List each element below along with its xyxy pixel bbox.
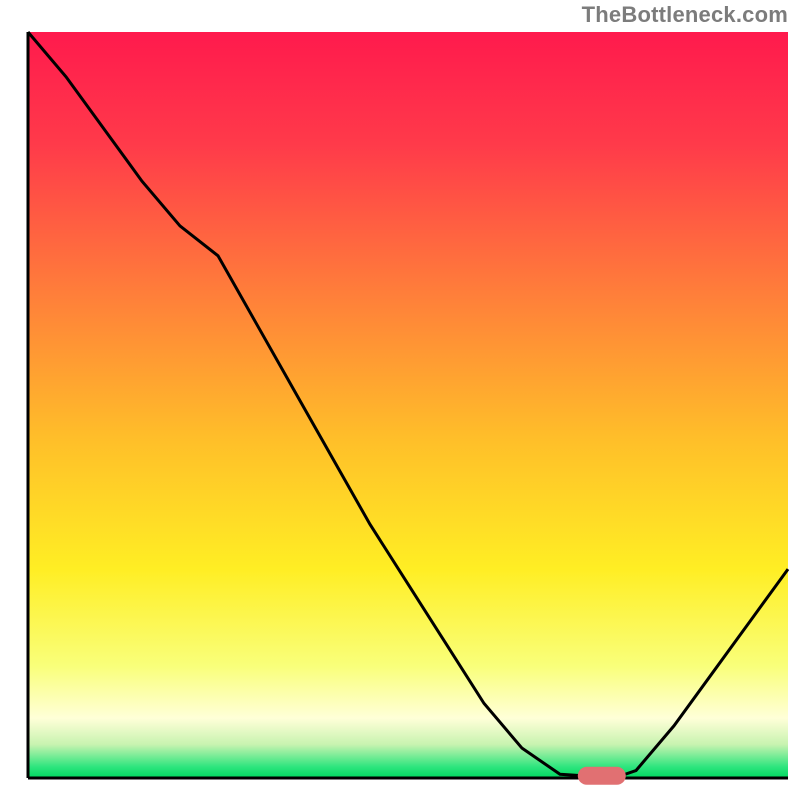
chart-svg: [0, 0, 800, 800]
chart-container: { "watermark": "TheBottleneck.com", "cha…: [0, 0, 800, 800]
watermark: TheBottleneck.com: [582, 2, 788, 28]
marker: [578, 767, 626, 785]
plot-background: [28, 32, 788, 778]
